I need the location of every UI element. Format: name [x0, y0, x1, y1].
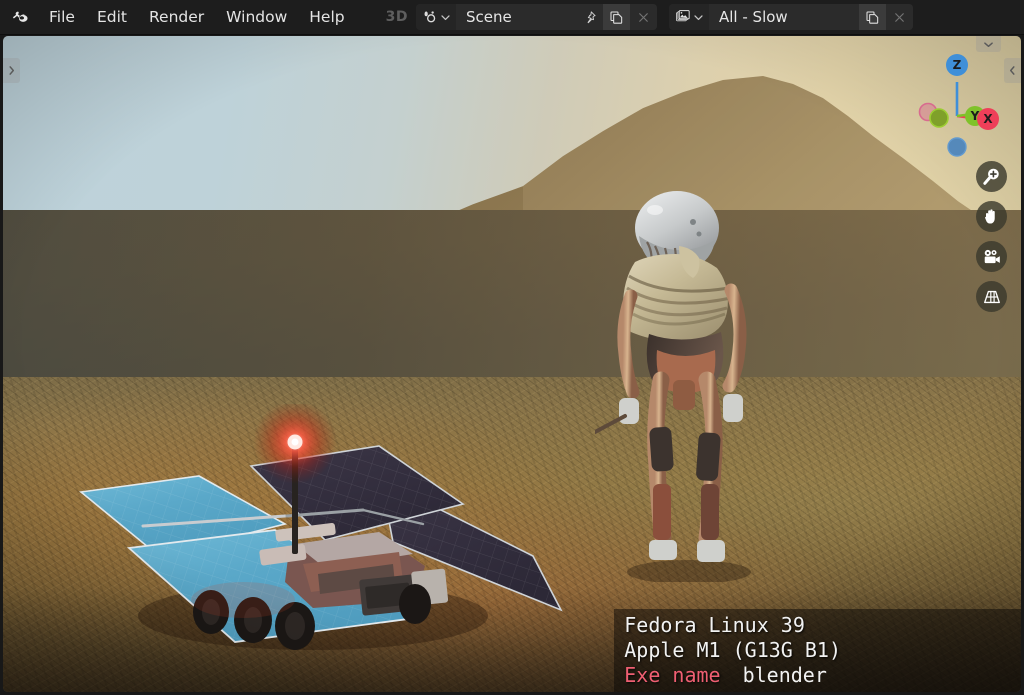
gizmo-axis-z-label: Z: [952, 58, 962, 72]
exe-name-value: blender: [742, 663, 827, 687]
menu-file[interactable]: File: [38, 0, 86, 35]
viewlayer-remove-button[interactable]: [886, 4, 913, 30]
toggle-left-sidebar-arrow[interactable]: [3, 58, 20, 83]
viewlayer-name-field[interactable]: All - Slow: [709, 4, 859, 30]
close-x-icon: [895, 12, 904, 22]
top-bar: File Edit Render Window Help 3D Scene Al…: [0, 0, 1024, 35]
camera-icon: [984, 249, 1000, 263]
chevron-down-icon: [694, 14, 703, 20]
scene-unlink-button[interactable]: [630, 4, 657, 30]
viewlayer-new-button[interactable]: [859, 4, 886, 30]
cpu-line: Apple M1 (G13G B1): [624, 638, 841, 662]
chevron-down-icon: [441, 14, 450, 20]
menu-help[interactable]: Help: [298, 0, 355, 35]
viewport-tool-buttons: [976, 161, 1007, 312]
viewlayer-selector[interactable]: All - Slow: [669, 4, 913, 30]
close-x-icon: [639, 12, 648, 22]
toggle-right-sidebar-arrow[interactable]: [1004, 58, 1021, 83]
editor-mode-label: 3D: [385, 9, 408, 25]
blender-logo-icon[interactable]: [4, 0, 38, 35]
exe-line: Exe name blender: [624, 663, 1021, 688]
view-layer-icon[interactable]: [669, 4, 709, 30]
menu-edit[interactable]: Edit: [86, 0, 138, 35]
robot-shawl: [623, 246, 732, 341]
mars-rover-solar-panels[interactable]: [63, 404, 573, 664]
hand-icon: [985, 209, 995, 224]
system-stats-overlay: Fedora Linux 39 Apple M1 (G13G B1) Exe n…: [614, 609, 1021, 692]
zoom-tool-button[interactable]: [976, 161, 1007, 192]
chevron-down-icon: [984, 41, 993, 47]
toggle-perspective-button[interactable]: [976, 281, 1007, 312]
gizmo-axis-x[interactable]: X: [977, 108, 999, 130]
grid-perspective-icon: [983, 290, 1000, 303]
toggle-top-header-arrow[interactable]: [976, 36, 1001, 52]
navigation-gizmo[interactable]: Z Y X: [915, 54, 999, 164]
scene-data-icon[interactable]: [416, 4, 456, 30]
gizmo-axis-z[interactable]: Z: [946, 54, 968, 76]
scene-pin-button[interactable]: [576, 4, 603, 30]
magnifier-plus-icon: [983, 168, 999, 185]
pan-tool-button[interactable]: [976, 201, 1007, 232]
humanoid-android-figure[interactable]: [595, 184, 777, 582]
gizmo-axis-x-label: X: [983, 112, 993, 126]
camera-view-button[interactable]: [976, 241, 1007, 272]
menu-render[interactable]: Render: [138, 0, 215, 35]
viewport-3d[interactable]: Z Y X Fedora Linux 39 Apple M1 (G13G B1)…: [3, 36, 1021, 692]
blender-window: File Edit Render Window Help 3D Scene Al…: [0, 0, 1024, 695]
scene-selector[interactable]: Scene: [416, 4, 657, 30]
exe-name-label: Exe name: [624, 663, 721, 687]
chevron-left-icon: [1009, 66, 1015, 75]
menu-window[interactable]: Window: [215, 0, 298, 35]
os-line: Fedora Linux 39: [624, 613, 805, 637]
scene-name-field[interactable]: Scene: [456, 4, 576, 30]
scene-new-button[interactable]: [603, 4, 630, 30]
menu-bar: File Edit Render Window Help: [38, 0, 356, 35]
chevron-right-icon: [9, 66, 15, 75]
